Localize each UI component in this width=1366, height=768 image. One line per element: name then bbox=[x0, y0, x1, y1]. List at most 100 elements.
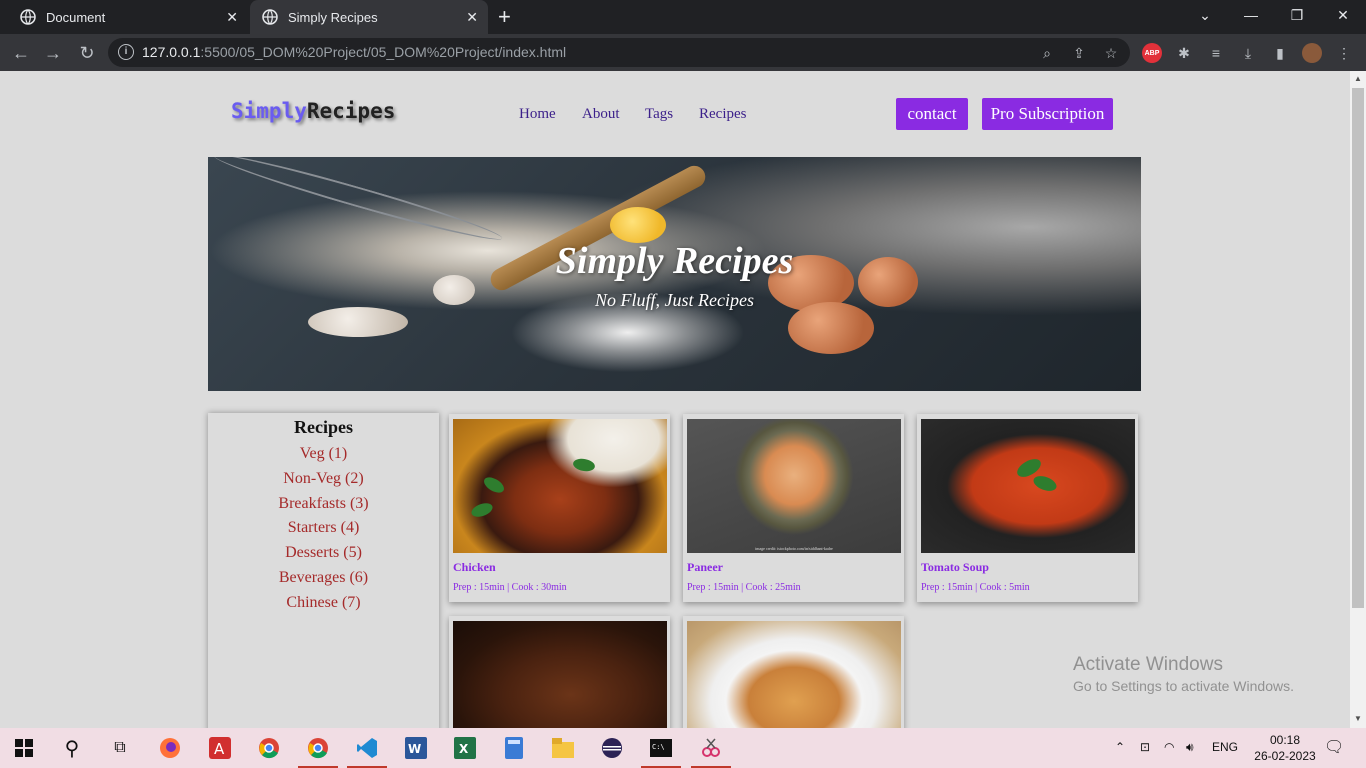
hero-subtitle: No Fluff, Just Recipes bbox=[595, 290, 754, 310]
new-tab-icon[interactable]: + bbox=[498, 4, 511, 30]
category-veg[interactable]: Veg (1) bbox=[208, 442, 439, 467]
card-meta: Prep : 15min | Cook : 25min bbox=[687, 582, 801, 593]
card-title: Paneer bbox=[687, 560, 723, 574]
scroll-up-icon[interactable]: ▲ bbox=[1354, 74, 1362, 83]
chevron-down-icon[interactable]: ⌄ bbox=[1182, 0, 1228, 30]
tab-title: Document bbox=[46, 9, 106, 25]
category-starters[interactable]: Starters (4) bbox=[208, 516, 439, 541]
paneer-image: image credit: istockphoto.com/in/siddhan… bbox=[687, 419, 901, 553]
notifications-icon[interactable]: 🗨︎ bbox=[1324, 737, 1344, 757]
nav-tags[interactable]: Tags bbox=[645, 106, 673, 123]
zoom-icon[interactable]: ⌕ bbox=[1038, 44, 1056, 62]
browser-tab-bar: Document ✕ Simply Recipes ✕ + ⌄ — ❐ ✕ bbox=[0, 0, 1366, 34]
chicken-image bbox=[453, 419, 667, 553]
nav-home[interactable]: Home bbox=[519, 106, 556, 123]
hero-banner: Simply Recipes No Fluff, Just Recipes bbox=[208, 157, 1141, 391]
close-icon[interactable]: ✕ bbox=[466, 9, 478, 26]
forward-icon[interactable]: → bbox=[42, 42, 64, 64]
chrome-profile-icon[interactable] bbox=[298, 734, 338, 768]
chevron-up-icon[interactable]: ⌃ bbox=[1115, 740, 1125, 754]
star-icon[interactable]: ☆ bbox=[1102, 44, 1120, 62]
wifi-icon[interactable]: ◠ bbox=[1164, 740, 1174, 754]
chrome-icon[interactable] bbox=[255, 734, 283, 762]
acrobat-icon[interactable]: A bbox=[206, 734, 234, 762]
download-icon[interactable]: ⤓ bbox=[1238, 43, 1258, 63]
info-icon[interactable]: i bbox=[118, 44, 134, 60]
task-view-icon[interactable]: ⧉ bbox=[106, 734, 134, 762]
extensions-icon[interactable]: ✱ bbox=[1174, 43, 1194, 63]
scroll-down-icon[interactable]: ▼ bbox=[1354, 714, 1362, 723]
activate-windows-watermark: Activate Windows Go to Settings to activ… bbox=[1073, 654, 1294, 694]
search-icon[interactable]: ⚲ bbox=[58, 734, 86, 762]
category-breakfasts[interactable]: Breakfasts (3) bbox=[208, 492, 439, 517]
restore-icon[interactable]: ❐ bbox=[1274, 0, 1320, 30]
menu-icon[interactable]: ⋮ bbox=[1334, 43, 1354, 63]
calculator-icon[interactable] bbox=[500, 734, 528, 762]
word-icon[interactable]: W bbox=[402, 734, 430, 762]
tab-document[interactable]: Document ✕ bbox=[8, 0, 248, 34]
file-explorer-icon[interactable] bbox=[549, 734, 577, 762]
image-credit: image credit: istockphoto.com/in/siddhan… bbox=[755, 546, 833, 551]
whisk-image bbox=[211, 157, 505, 248]
tab-title: Simply Recipes bbox=[288, 9, 378, 25]
media-icon[interactable]: ≡ bbox=[1206, 43, 1226, 63]
page-viewport: SimplyRecipes Home About Tags Recipes co… bbox=[0, 71, 1350, 728]
card-meta: Prep : 15min | Cook : 5min bbox=[921, 582, 1030, 593]
noodles-image bbox=[687, 621, 901, 728]
adblock-icon[interactable]: ABP bbox=[1142, 43, 1162, 63]
hero-title: Simply Recipes bbox=[555, 240, 794, 282]
eggshell-image bbox=[308, 307, 408, 337]
firefox-icon[interactable] bbox=[156, 734, 184, 762]
vertical-scrollbar[interactable]: ▲ ▼ bbox=[1350, 71, 1366, 728]
svg-text:C:\: C:\ bbox=[652, 743, 665, 751]
reload-icon[interactable]: ↻ bbox=[76, 42, 98, 64]
recipe-card-paneer[interactable]: image credit: istockphoto.com/in/siddhan… bbox=[683, 414, 904, 602]
url-text: 127.0.0.1:5500/05_DOM%20Project/05_DOM%2… bbox=[142, 44, 567, 60]
meet-now-icon[interactable]: ⊡ bbox=[1140, 740, 1150, 754]
yolk-image bbox=[610, 207, 666, 243]
eclipse-icon[interactable] bbox=[598, 734, 626, 762]
category-desserts[interactable]: Desserts (5) bbox=[208, 541, 439, 566]
tab-simply-recipes[interactable]: Simply Recipes ✕ bbox=[250, 0, 488, 34]
site-logo[interactable]: SimplyRecipes bbox=[231, 99, 395, 123]
minimize-icon[interactable]: — bbox=[1228, 0, 1274, 30]
card-title: Tomato Soup bbox=[921, 560, 989, 574]
close-icon[interactable]: ✕ bbox=[226, 9, 238, 26]
card-meta: Prep : 15min | Cook : 30min bbox=[453, 582, 567, 593]
svg-text:A: A bbox=[214, 740, 225, 758]
category-beverages[interactable]: Beverages (6) bbox=[208, 566, 439, 591]
scrollbar-thumb[interactable] bbox=[1352, 88, 1364, 608]
pro-subscription-button[interactable]: Pro Subscription bbox=[982, 98, 1113, 130]
avatar[interactable] bbox=[1302, 43, 1322, 63]
url-input[interactable]: i 127.0.0.1:5500/05_DOM%20Project/05_DOM… bbox=[108, 38, 1130, 67]
terminal-icon[interactable]: C:\ bbox=[641, 734, 681, 768]
back-icon[interactable]: ← bbox=[10, 42, 32, 64]
windows-taskbar: ⚲ ⧉ A W X C:\ ⌃ ⊡ ◠ 🔊︎ ENG 00:18 26-02-2… bbox=[0, 728, 1366, 768]
sidebar-title: Recipes bbox=[294, 417, 353, 437]
vscode-icon[interactable] bbox=[347, 734, 387, 768]
excel-icon[interactable]: X bbox=[451, 734, 479, 762]
svg-text:W: W bbox=[408, 742, 421, 756]
chocolate-cake-image bbox=[453, 621, 667, 728]
recipe-card-cake[interactable] bbox=[449, 616, 670, 728]
recipe-card-noodles[interactable] bbox=[683, 616, 904, 728]
side-panel-icon[interactable]: ▮ bbox=[1270, 43, 1290, 63]
snipping-tool-icon[interactable] bbox=[691, 734, 731, 768]
recipe-card-chicken[interactable]: Chicken Prep : 15min | Cook : 30min bbox=[449, 414, 670, 602]
category-non-veg[interactable]: Non-Veg (2) bbox=[208, 467, 439, 492]
volume-icon[interactable]: 🔊︎ bbox=[1186, 740, 1194, 755]
windows-start-icon[interactable] bbox=[10, 734, 38, 762]
recipe-card-tomato-soup[interactable]: Tomato Soup Prep : 15min | Cook : 5min bbox=[917, 414, 1138, 602]
system-clock[interactable]: 00:18 26-02-2023 bbox=[1250, 732, 1320, 764]
nav-recipes[interactable]: Recipes bbox=[699, 106, 746, 123]
svg-text:X: X bbox=[459, 742, 469, 756]
globe-icon bbox=[20, 9, 36, 25]
share-icon[interactable]: ⇪ bbox=[1070, 44, 1088, 62]
close-window-icon[interactable]: ✕ bbox=[1320, 0, 1366, 30]
contact-button[interactable]: contact bbox=[896, 98, 968, 130]
nav-about[interactable]: About bbox=[582, 106, 620, 123]
address-bar-row: ← → ↻ i 127.0.0.1:5500/05_DOM%20Project/… bbox=[0, 34, 1366, 71]
language-indicator[interactable]: ENG bbox=[1212, 740, 1238, 754]
card-title: Chicken bbox=[453, 560, 496, 574]
category-chinese[interactable]: Chinese (7) bbox=[208, 591, 439, 616]
